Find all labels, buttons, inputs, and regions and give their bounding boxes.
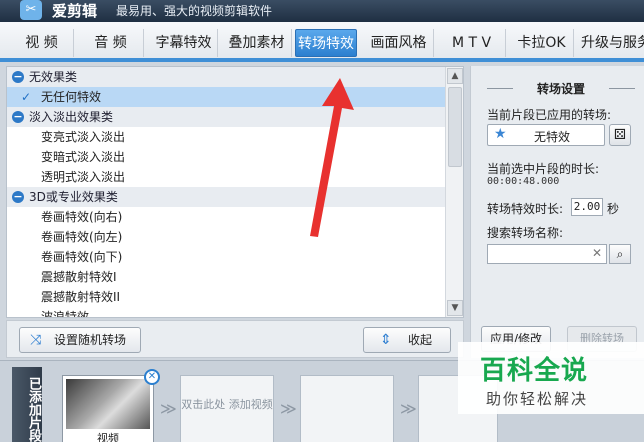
list-item[interactable]: 波浪特效: [7, 307, 445, 317]
group-header-no-effect[interactable]: − 无效果类: [7, 67, 445, 87]
scroll-up-icon[interactable]: ▲: [447, 68, 463, 84]
remove-clip-close-icon[interactable]: ✕: [144, 369, 160, 385]
checkmark-icon: ✓: [21, 90, 32, 104]
tab-transition-effects[interactable]: 转场特效: [295, 29, 357, 57]
settings-title: 转场设置: [487, 80, 635, 97]
tab-mtv[interactable]: M T V: [438, 29, 506, 57]
random-transition-button[interactable]: ⤨ 设置随机转场: [19, 327, 141, 353]
list-scrollbar[interactable]: ▲ ▼: [445, 67, 463, 317]
main-tab-bar: 视 频 音 频 字幕特效 叠加素材 转场特效 画面风格 M T V 卡拉OK 升…: [0, 22, 644, 62]
watermark-title: 百科全说: [480, 356, 589, 386]
scroll-thumb[interactable]: [448, 87, 462, 167]
effect-duration-label: 转场特效时长:: [487, 202, 564, 216]
group-header-fade[interactable]: − 淡入淡出效果类: [7, 107, 445, 127]
effect-duration-input[interactable]: 2.00: [571, 198, 603, 216]
clip-duration-label: 当前选中片段的时长:: [487, 162, 600, 176]
list-item[interactable]: 透明式淡入淡出: [7, 167, 445, 187]
video-frame-image: [66, 379, 150, 429]
title-bar: ✂ 爱剪辑 最易用、强大的视频剪辑软件: [0, 0, 644, 22]
list-item[interactable]: 卷画特效(向右): [7, 207, 445, 227]
search-transition-label: 搜索转场名称:: [487, 226, 564, 240]
applied-transition-label: 当前片段已应用的转场:: [487, 108, 612, 122]
tab-subtitle-effects[interactable]: 字幕特效: [150, 29, 218, 57]
red-annotation-arrow-icon: [310, 78, 354, 237]
search-icon[interactable]: ⌕: [609, 244, 631, 264]
collapse-button[interactable]: ⇕ 收起: [363, 327, 451, 353]
list-item[interactable]: 卷画特效(向左): [7, 227, 445, 247]
dice-icon[interactable]: ⚄: [609, 124, 631, 146]
tab-video[interactable]: 视 频: [10, 29, 74, 57]
added-clips-label: 已添加片段: [12, 367, 42, 442]
chevron-right-icon: ≫: [280, 399, 297, 418]
app-slogan: 最易用、强大的视频剪辑软件: [116, 4, 273, 18]
watermark-subtitle: 助你轻松解决: [486, 390, 589, 408]
collapse-minus-icon[interactable]: −: [12, 191, 24, 203]
list-item[interactable]: 变亮式淡入淡出: [7, 127, 445, 147]
collapse-minus-icon[interactable]: −: [12, 71, 24, 83]
list-item[interactable]: 卷画特效(向下): [7, 247, 445, 267]
add-video-slot[interactable]: 双击此处 添加视频: [180, 375, 274, 442]
group-header-3d[interactable]: − 3D或专业效果类: [7, 187, 445, 207]
search-transition-input[interactable]: ✕: [487, 244, 607, 264]
list-actions-bar: ⤨ 设置随机转场 ⇕ 收起: [6, 320, 464, 358]
tab-karaoke[interactable]: 卡拉OK: [510, 29, 574, 57]
clip-thumbnail[interactable]: 视频: [62, 375, 154, 442]
list-item[interactable]: 震撼散射特效I: [7, 267, 445, 287]
transition-effect-list: − 无效果类 ✓ 无任何特效 − 淡入淡出效果类 变亮式淡入淡出 变暗式淡入淡出…: [6, 66, 464, 318]
clip-duration-value: 00:00:48.000: [487, 176, 560, 187]
star-icon: ★: [494, 126, 507, 142]
clip-label: 视频: [97, 432, 119, 442]
duration-unit: 秒: [607, 202, 620, 216]
transition-settings-panel: 转场设置 当前片段已应用的转场: ★ 无特效 ⚄ 当前选中片段的时长: 00:0…: [470, 66, 644, 358]
scroll-down-icon[interactable]: ▼: [447, 300, 463, 316]
empty-slot[interactable]: [300, 375, 394, 442]
list-item[interactable]: 震撼散射特效II: [7, 287, 445, 307]
collapse-arrows-icon: ⇕: [380, 332, 392, 348]
app-name: 爱剪辑: [52, 2, 98, 20]
applied-transition-field[interactable]: ★ 无特效: [487, 124, 605, 146]
chevron-right-icon: ≫: [400, 399, 417, 418]
chevron-right-icon: ≫: [160, 399, 177, 418]
tab-upgrade-service[interactable]: 升级与服务: [576, 29, 644, 57]
clear-icon[interactable]: ✕: [592, 246, 602, 260]
shuffle-icon: ⤨: [30, 332, 42, 348]
list-item[interactable]: 变暗式淡入淡出: [7, 147, 445, 167]
collapse-minus-icon[interactable]: −: [12, 111, 24, 123]
tab-audio[interactable]: 音 频: [78, 29, 144, 57]
list-item-no-effect[interactable]: ✓ 无任何特效: [7, 87, 445, 107]
tab-overlay-material[interactable]: 叠加素材: [222, 29, 292, 57]
tab-picture-style[interactable]: 画面风格: [364, 29, 434, 57]
watermark: 百科全说 助你轻松解决: [458, 342, 644, 414]
app-logo-icon: ✂: [20, 0, 42, 20]
